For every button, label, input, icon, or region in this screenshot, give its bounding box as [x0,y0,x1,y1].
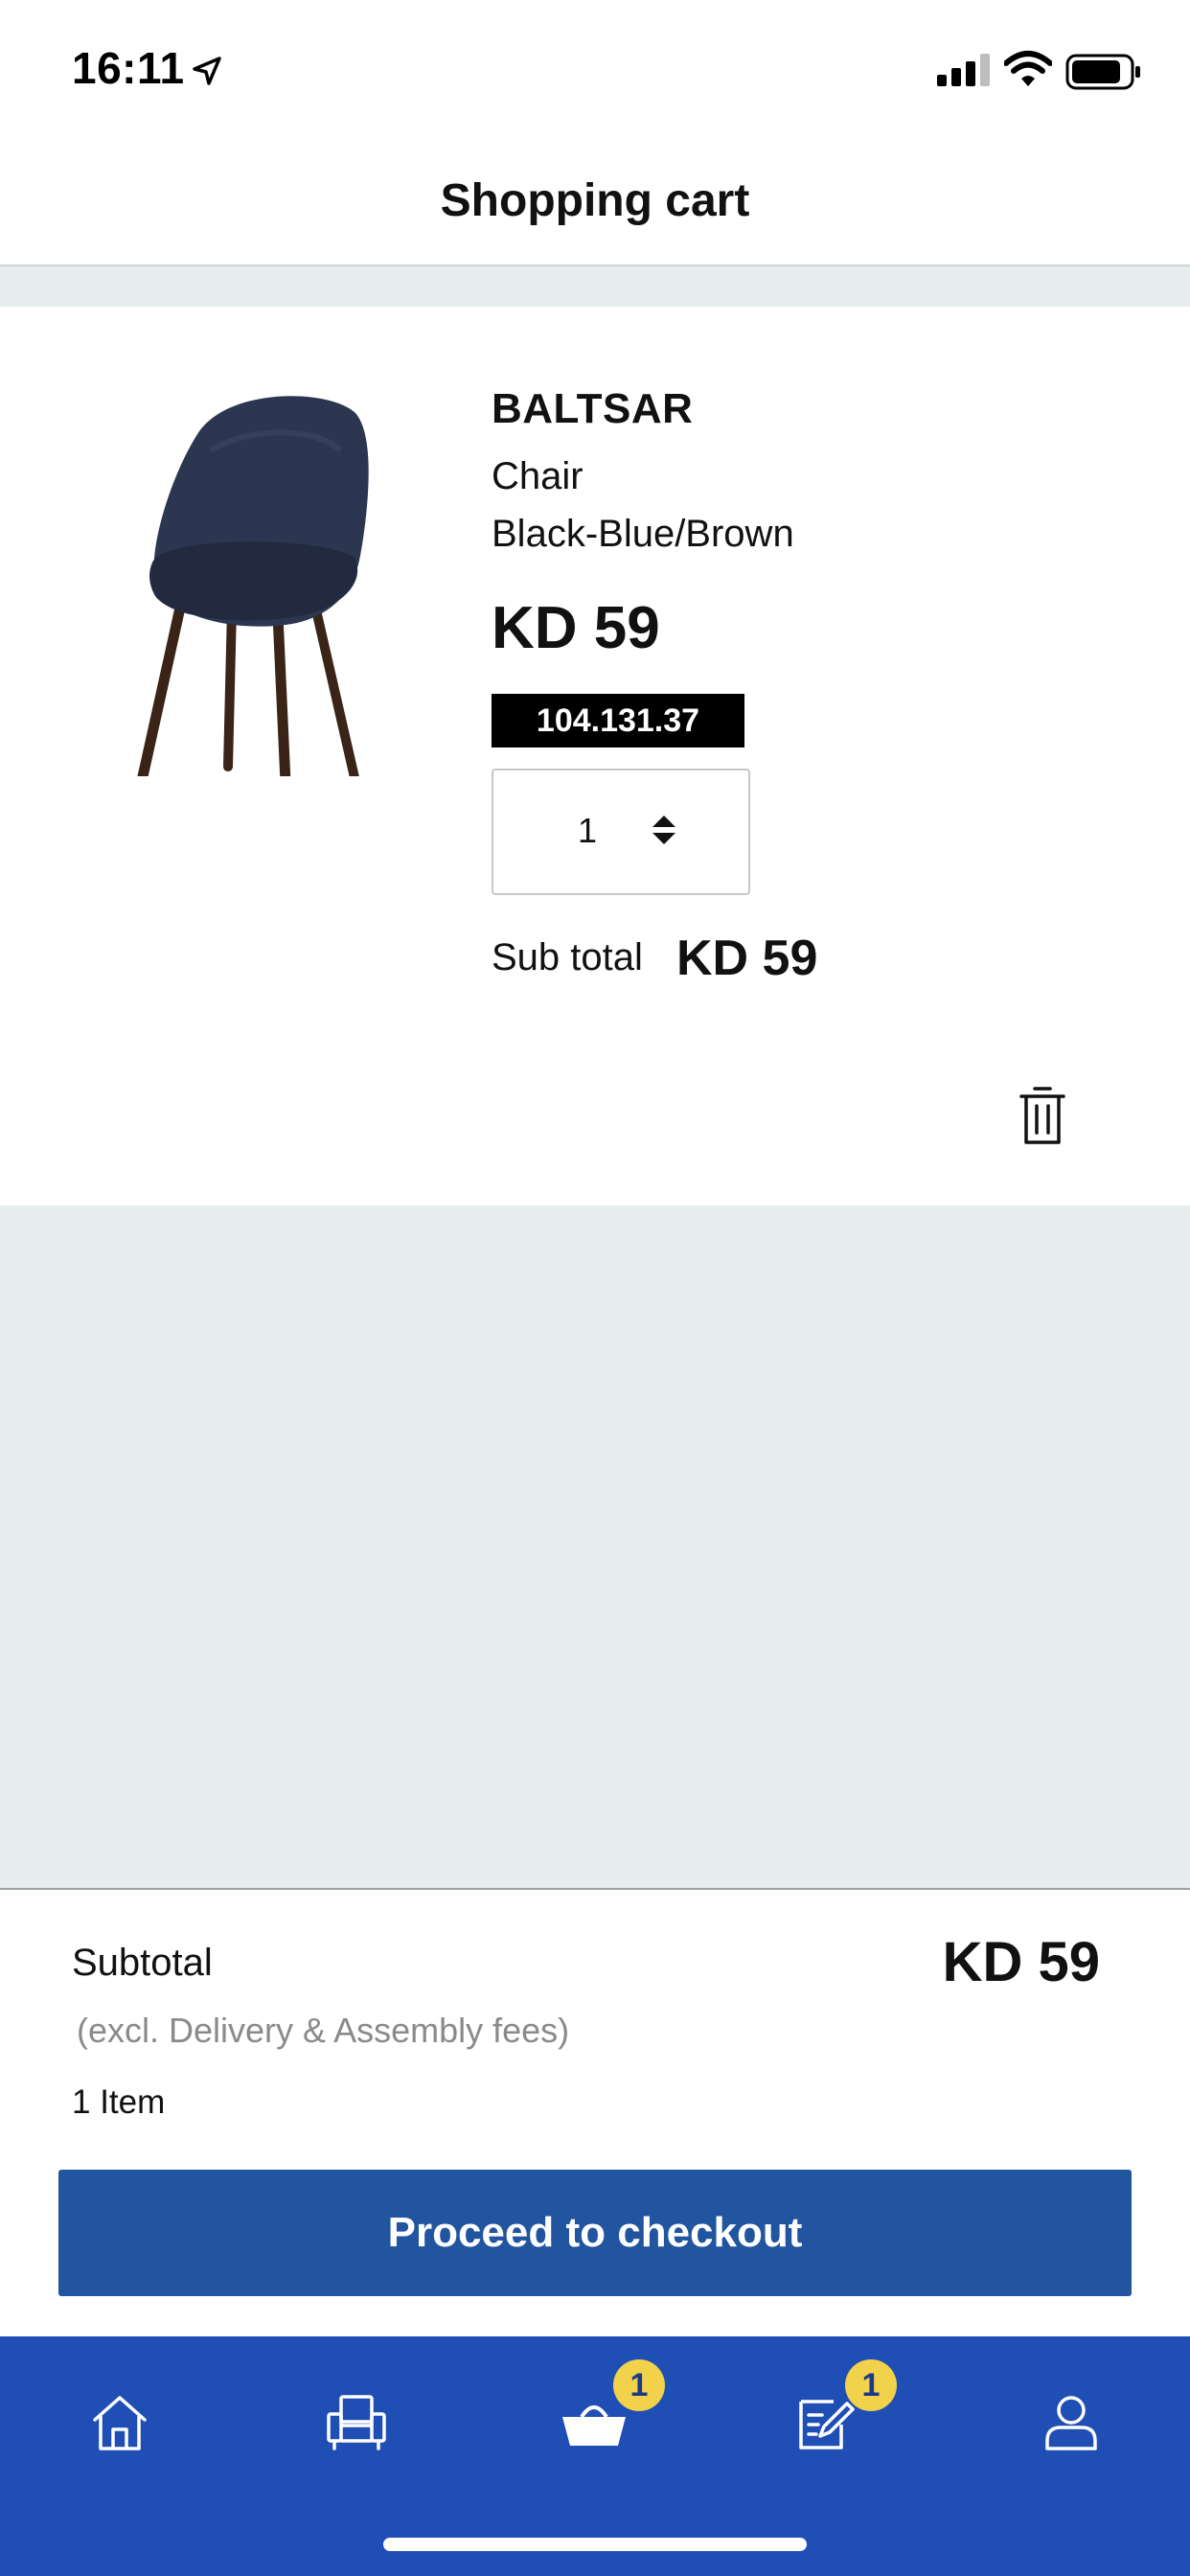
profile-icon [1045,2396,1097,2450]
product-color: Black-Blue/Brown [492,513,794,555]
product-name[interactable]: BALTSAR [492,385,693,433]
status-bar: 16:11 [0,0,1190,144]
cart-badge: 1 [613,2359,665,2411]
checkout-button[interactable]: Proceed to checkout [58,2170,1132,2296]
shopping-list-icon [799,2400,855,2450]
item-subtotal-value: KD 59 [676,931,818,986]
fees-note: (excl. Delivery & Assembly fees) [77,2011,570,2050]
item-count: 1 Item [72,2083,166,2121]
quantity-stepper[interactable]: 1 [492,769,750,895]
chair-image[interactable] [115,393,393,776]
subtotal-value: KD 59 [942,1931,1100,1993]
page-title: Shopping cart [440,175,750,226]
product-price: KD 59 [492,595,660,661]
subtotal-label: Subtotal [72,1942,213,1984]
item-subtotal-label: Sub total [492,936,643,978]
sort-arrows-icon [652,816,675,844]
battery-icon [1065,54,1140,90]
tab-products[interactable] [309,2375,404,2471]
shopping-list-badge: 1 [845,2359,897,2411]
nav-header: Shopping cart [0,144,1190,266]
tab-home[interactable] [72,2375,168,2471]
quantity-value: 1 [578,811,598,850]
cart-item-card: BALTSAR Chair Black-Blue/Brown KD 59 104… [0,307,1190,1206]
tab-cart[interactable]: 1 [546,2359,665,2471]
tab-shopping-list[interactable]: 1 [778,2359,897,2471]
cart-basket-icon [562,2405,626,2446]
wifi-icon [1004,51,1052,86]
location-arrow-icon [193,57,221,85]
article-number: 104.131.37 [492,694,744,748]
status-time: 16:11 [72,43,185,93]
trash-icon[interactable] [1018,1085,1067,1146]
home-indicator [383,2538,807,2551]
tab-profile[interactable] [1023,2375,1119,2471]
products-armchair-icon [327,2395,386,2450]
home-icon [93,2396,147,2450]
cart-summary: Subtotal KD 59 (excl. Delivery & Assembl… [0,1888,1190,2336]
signal-icon [937,54,990,86]
product-type: Chair [492,455,584,497]
